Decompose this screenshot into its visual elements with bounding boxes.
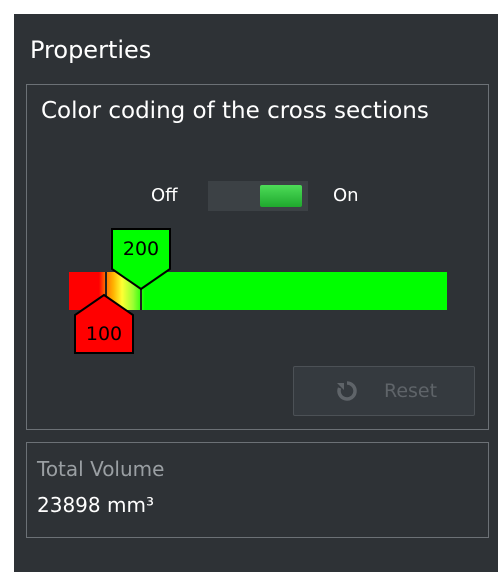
toggle-thumb <box>260 185 302 207</box>
reset-button[interactable]: Reset <box>293 366 475 416</box>
lower-threshold-value: 100 <box>85 323 123 345</box>
volume-section: Total Volume 23898 mm³ <box>26 442 489 538</box>
upper-threshold-value: 200 <box>122 238 160 260</box>
color-coding-toggle[interactable] <box>208 181 308 211</box>
refresh-icon <box>337 381 357 401</box>
toggle-off-label: Off <box>151 185 178 206</box>
total-volume-value: 23898 mm³ <box>37 493 154 517</box>
panel-title: Properties <box>30 36 152 64</box>
total-volume-label: Total Volume <box>37 457 165 481</box>
lower-threshold-marker[interactable]: 100 <box>73 293 135 355</box>
upper-threshold-marker[interactable]: 200 <box>110 225 172 291</box>
reset-label: Reset <box>384 380 438 402</box>
color-coding-section: Color coding of the cross sections Off O… <box>26 84 489 430</box>
properties-panel: Properties Color coding of the cross sec… <box>14 14 498 572</box>
toggle-on-label: On <box>333 185 359 206</box>
color-coding-title: Color coding of the cross sections <box>41 98 429 124</box>
